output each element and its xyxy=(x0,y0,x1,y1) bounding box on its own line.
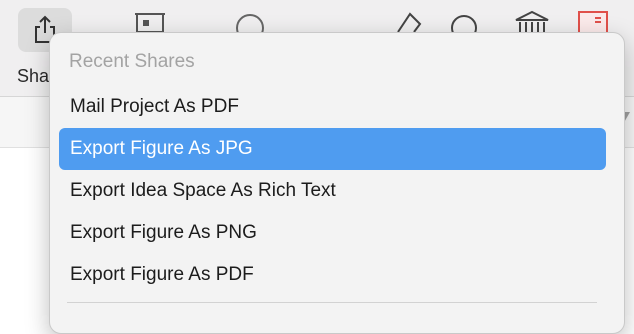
highlighter-icon[interactable] xyxy=(392,8,424,34)
share-label: Sha xyxy=(17,66,50,86)
menu-separator xyxy=(67,302,597,303)
menu-item-export-figure-png[interactable]: Export Figure As PNG xyxy=(59,212,606,254)
presentation-icon[interactable] xyxy=(133,8,167,34)
menu-item-export-figure-pdf[interactable]: Export Figure As PDF xyxy=(59,254,606,296)
menu-header: Recent Shares xyxy=(69,51,195,72)
inspector-icon[interactable] xyxy=(575,8,615,34)
menu-item-export-figure-jpg[interactable]: Export Figure As JPG xyxy=(59,128,606,170)
share-menu: Recent Shares Mail Project As PDF Export… xyxy=(49,32,625,334)
search-icon[interactable] xyxy=(447,8,481,34)
menu-item-mail-project-pdf[interactable]: Mail Project As PDF xyxy=(59,86,606,128)
menu-item-export-idea-space-rtf[interactable]: Export Idea Space As Rich Text xyxy=(59,170,606,212)
library-icon[interactable] xyxy=(512,8,552,34)
circle-icon[interactable] xyxy=(232,8,268,34)
